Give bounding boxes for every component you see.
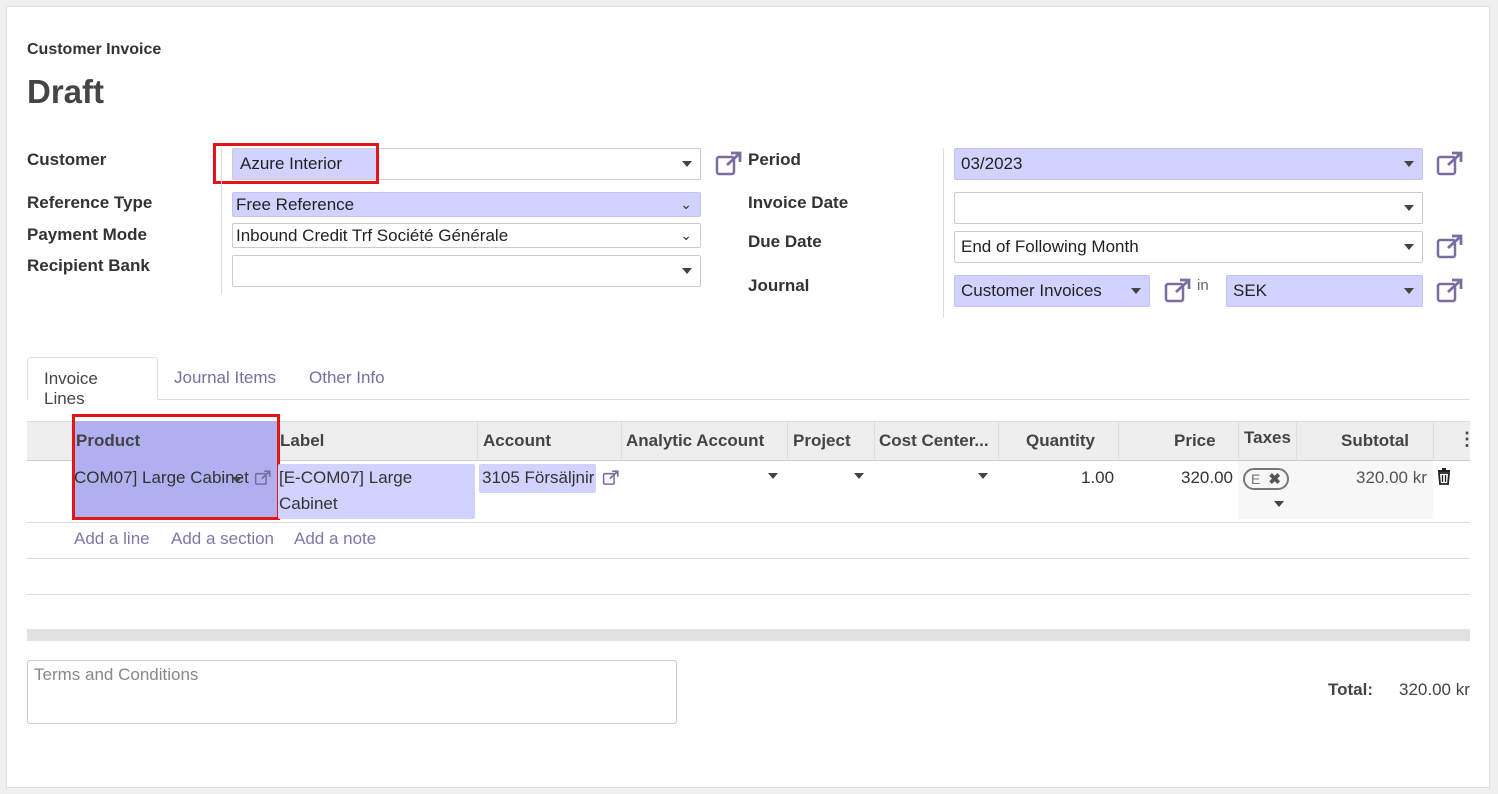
column-divider [1118, 421, 1119, 461]
column-header-cost-center[interactable]: Cost Center... [879, 431, 989, 451]
divider [221, 148, 222, 294]
column-header-label[interactable]: Label [280, 431, 324, 451]
column-divider [1238, 421, 1239, 461]
chevron-down-icon[interactable] [1131, 288, 1141, 294]
reference-type-select[interactable]: Free Reference ⌄ [232, 192, 701, 217]
column-header-taxes[interactable]: Taxes [1244, 428, 1291, 448]
reference-type-label: Reference Type [27, 193, 153, 212]
journal-label: Journal [748, 276, 810, 295]
add-note-link[interactable]: Add a note [294, 529, 376, 549]
total-value: 320.00 kr [1399, 680, 1470, 699]
trash-icon[interactable] [1437, 468, 1451, 490]
invoice-date-label: Invoice Date [748, 193, 849, 212]
column-divider [1433, 421, 1434, 461]
recipient-bank-field[interactable] [232, 255, 701, 287]
chevron-down-icon[interactable] [682, 268, 692, 274]
period-label: Period [748, 150, 801, 169]
external-link-icon[interactable] [1164, 278, 1192, 304]
remove-tag-icon[interactable]: ✖ [1268, 470, 1281, 488]
column-divider [874, 421, 875, 461]
column-divider [1296, 421, 1297, 461]
external-link-icon[interactable] [1436, 151, 1464, 177]
invoice-date-field[interactable] [954, 192, 1423, 224]
period-value: 03/2023 [961, 154, 1023, 173]
table-footer-bar [27, 629, 1470, 641]
column-header-account[interactable]: Account [483, 431, 551, 451]
document-type: Customer Invoice [27, 41, 162, 58]
chevron-down-icon[interactable] [1404, 288, 1414, 294]
tax-tag-label: E [1251, 471, 1261, 487]
currency-value: SEK [1233, 281, 1268, 300]
divider [943, 148, 944, 318]
external-link-icon[interactable] [602, 470, 620, 496]
subtotal-value: 320.00 kr [1356, 468, 1427, 487]
customer-highlight-box [213, 143, 379, 184]
journal-field[interactable]: Customer Invoices [954, 275, 1150, 307]
chevron-down-icon[interactable] [1404, 161, 1414, 167]
chevron-down-icon[interactable] [1404, 205, 1414, 211]
add-section-link[interactable]: Add a section [171, 529, 274, 549]
column-header-subtotal[interactable]: Subtotal [1341, 431, 1409, 451]
period-field[interactable]: 03/2023 [954, 148, 1423, 180]
quantity-value[interactable]: 1.00 [1081, 468, 1114, 488]
label-line-2: Cabinet [279, 494, 338, 513]
tab-invoice-lines[interactable]: Invoice Lines [27, 357, 158, 408]
tax-tag[interactable]: E ✖ [1243, 468, 1289, 490]
external-link-icon[interactable] [1436, 234, 1464, 260]
column-header-price[interactable]: Price [1174, 431, 1216, 451]
taxes-dropdown[interactable] [1274, 501, 1284, 507]
payment-mode-value: Inbound Credit Trf Société Générale [236, 226, 509, 245]
chevron-down-icon: ⌄ [680, 196, 692, 212]
in-label: in [1197, 277, 1209, 294]
column-header-project[interactable]: Project [793, 431, 851, 451]
cost-center-dropdown[interactable] [978, 473, 988, 479]
divider [27, 594, 1470, 595]
product-highlight-box [72, 414, 280, 520]
customer-label: Customer [27, 150, 107, 169]
column-divider [787, 421, 788, 461]
journal-value: Customer Invoices [961, 281, 1102, 300]
document-name: Draft [27, 73, 105, 110]
external-link-icon[interactable] [715, 151, 743, 177]
terms-placeholder: Terms and Conditions [34, 665, 199, 684]
currency-field[interactable]: SEK [1226, 275, 1423, 307]
column-header-quantity[interactable]: Quantity [1026, 431, 1095, 451]
due-date-label: Due Date [748, 232, 822, 251]
analytic-account-dropdown[interactable] [768, 473, 778, 479]
total-label: Total: [1328, 680, 1374, 699]
account-value: 3105 Försäljnir [482, 468, 594, 487]
recipient-bank-label: Recipient Bank [27, 256, 150, 275]
reference-type-value: Free Reference [236, 195, 355, 214]
column-divider [477, 421, 478, 461]
column-divider [998, 421, 999, 461]
divider [27, 558, 1470, 559]
add-line-link[interactable]: Add a line [74, 529, 150, 549]
terms-and-conditions-field[interactable]: Terms and Conditions [27, 660, 677, 724]
due-date-field[interactable]: End of Following Month [954, 231, 1423, 263]
project-dropdown[interactable] [854, 473, 864, 479]
payment-mode-select[interactable]: Inbound Credit Trf Société Générale ⌄ [232, 223, 701, 248]
price-value[interactable]: 320.00 [1181, 468, 1233, 488]
label-line-1: [E-COM07] Large [279, 468, 413, 487]
chevron-down-icon: ⌄ [680, 227, 692, 243]
chevron-down-icon[interactable] [682, 161, 692, 167]
chevron-down-icon[interactable] [1404, 244, 1414, 250]
external-link-icon[interactable] [1436, 278, 1464, 304]
column-divider [621, 421, 622, 461]
optional-columns-icon[interactable]: ⋮ [1458, 429, 1476, 450]
tab-other-info[interactable]: Other Info [293, 357, 401, 400]
payment-mode-label: Payment Mode [27, 225, 147, 244]
invoice-form-sheet: Customer Invoice Draft Customer Azure In… [6, 6, 1490, 788]
due-date-value: End of Following Month [961, 237, 1139, 256]
column-header-analytic-account[interactable]: Analytic Account [626, 431, 764, 451]
tab-journal-items[interactable]: Journal Items [158, 357, 292, 400]
